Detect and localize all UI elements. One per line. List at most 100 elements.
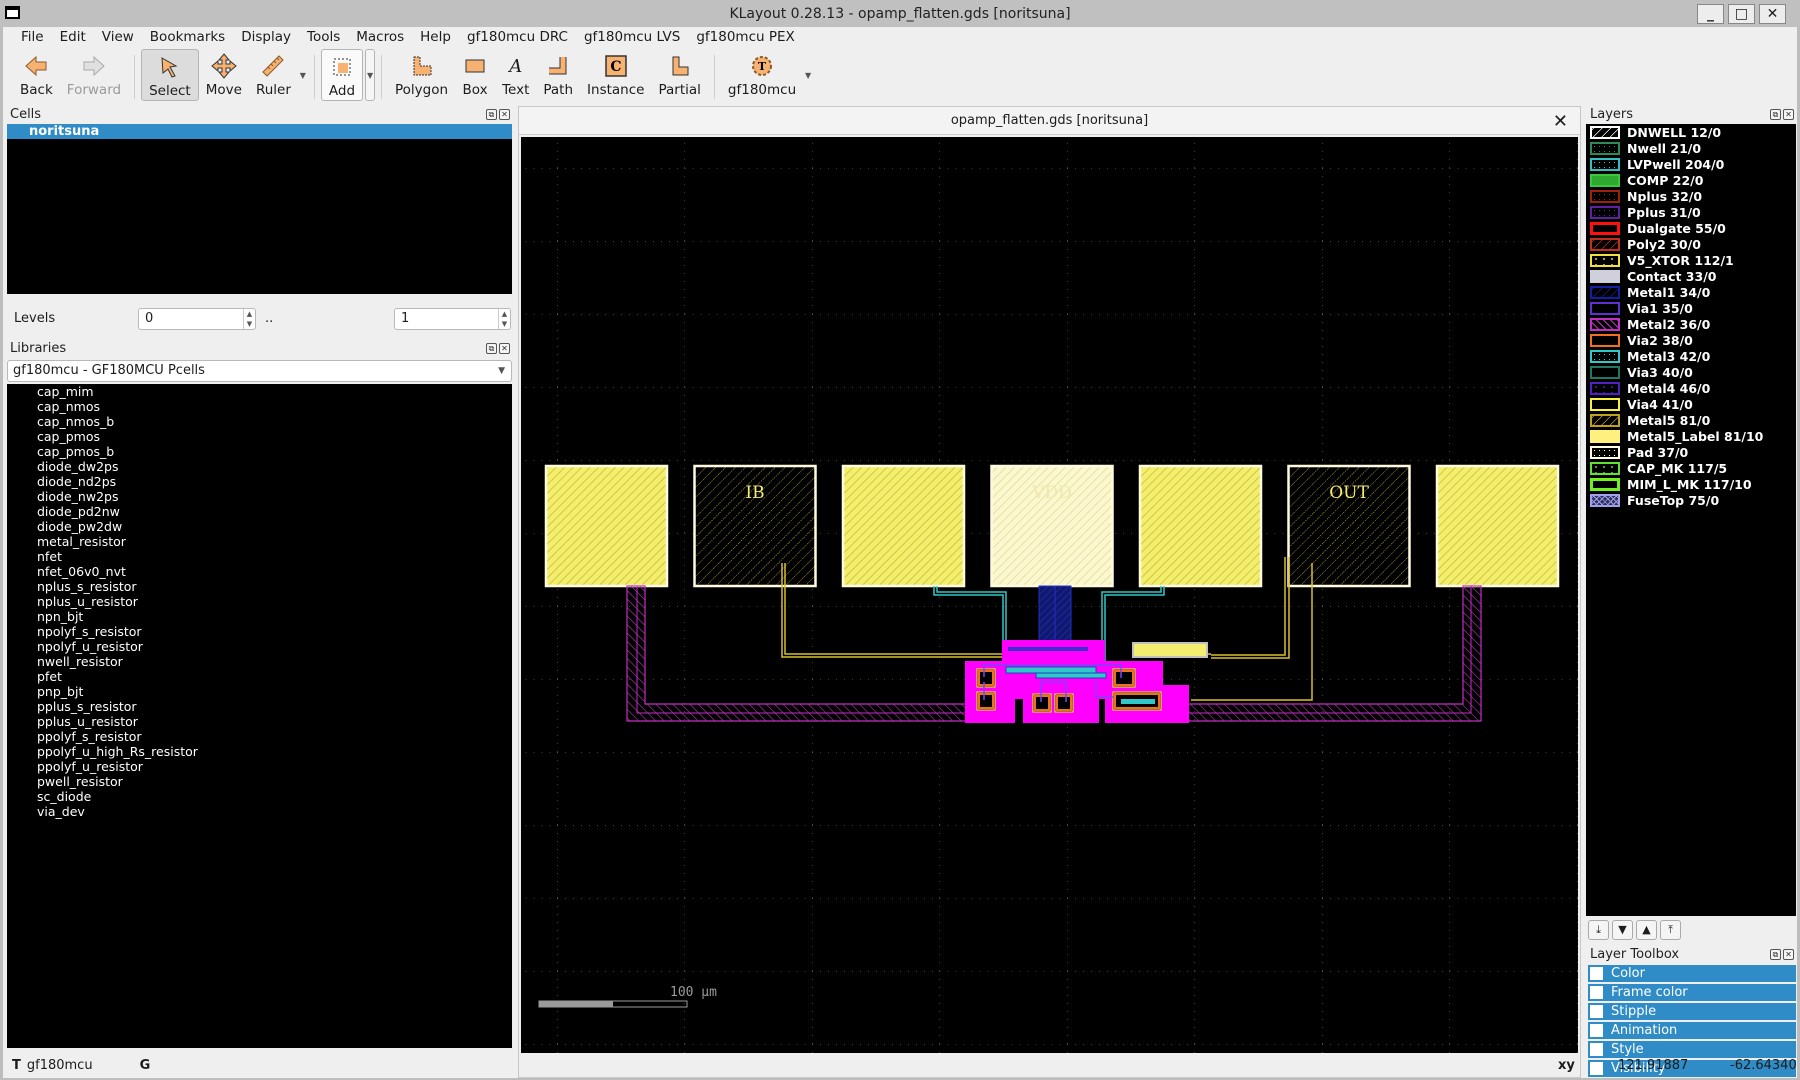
layer-row[interactable]: Via2 38/0 [1586,332,1796,348]
layer-row[interactable]: Metal4 46/0 [1586,380,1796,396]
float-panel-icon[interactable]: ⧉ [486,109,497,120]
toolbox-item[interactable]: Stipple [1588,1003,1796,1020]
library-item[interactable]: pwell_resistor [7,774,512,789]
box-button[interactable]: Box [455,49,495,101]
library-item[interactable]: pnp_bjt [7,684,512,699]
move-down-icon[interactable]: ▼ [1612,920,1633,940]
partial-button[interactable]: Partial [651,49,707,101]
library-item[interactable]: npolyf_u_resistor [7,639,512,654]
select-button[interactable]: Select [141,49,199,101]
library-item[interactable]: nfet_06v0_nvt [7,564,512,579]
add-button[interactable]: Add [320,49,364,101]
expand-checkbox[interactable] [1590,986,1603,999]
layer-row[interactable]: Metal1 34/0 [1586,284,1796,300]
tech-button[interactable]: T gf180mcu [721,49,803,101]
library-item[interactable]: nplus_s_resistor [7,579,512,594]
layer-row[interactable]: FuseTop 75/0 [1586,492,1796,508]
levels-from-input[interactable]: 0 ▲ ▼ [138,308,256,330]
layout-canvas[interactable]: IB VDD OUT 100 µm [521,137,1578,1053]
close-panel-icon[interactable]: ✕ [1783,109,1794,120]
close-window-button[interactable]: ✕ [1759,4,1786,24]
layer-row[interactable]: Via4 41/0 [1586,396,1796,412]
layer-row[interactable]: Metal3 42/0 [1586,348,1796,364]
forward-button[interactable]: Forward [60,49,128,101]
layer-row[interactable]: LVPwell 204/0 [1586,156,1796,172]
layer-row[interactable]: Contact 33/0 [1586,268,1796,284]
library-item[interactable]: nfet [7,549,512,564]
layer-row[interactable]: Poly2 30/0 [1586,236,1796,252]
layout-tab[interactable]: opamp_flatten.gds [noritsuna] ✕ [519,107,1580,135]
library-item[interactable]: diode_dw2ps [7,459,512,474]
expand-checkbox[interactable] [1590,1005,1603,1018]
library-item[interactable]: ppolyf_u_resistor [7,759,512,774]
library-item[interactable]: ppolyf_u_high_Rs_resistor [7,744,512,759]
expand-checkbox[interactable] [1590,967,1603,980]
ruler-dropdown[interactable]: ▼ [298,49,308,101]
layer-row[interactable]: MIM_L_MK 117/10 [1586,476,1796,492]
library-item[interactable]: nplus_u_resistor [7,594,512,609]
library-item[interactable]: sc_diode [7,789,512,804]
layer-row[interactable]: Dualgate 55/0 [1586,220,1796,236]
close-tab-icon[interactable]: ✕ [1553,111,1568,132]
spin-arrows-icon[interactable]: ▲ ▼ [243,309,255,329]
float-panel-icon[interactable]: ⧉ [1770,109,1781,120]
add-dropdown[interactable]: ▼ [365,49,376,101]
cells-tree[interactable]: noritsuna [7,124,512,294]
layer-row[interactable]: Metal5_Label 81/10 [1586,428,1796,444]
library-item[interactable]: metal_resistor [7,534,512,549]
layer-row[interactable]: Nplus 32/0 [1586,188,1796,204]
maximize-button[interactable]: □ [1728,4,1755,24]
library-item[interactable]: nwell_resistor [7,654,512,669]
close-panel-icon[interactable]: ✕ [1783,949,1794,960]
text-button[interactable]: A Text [495,49,536,101]
library-item[interactable]: cap_pmos_b [7,444,512,459]
instance-button[interactable]: C Instance [580,49,651,101]
layer-row[interactable]: Pad 37/0 [1586,444,1796,460]
layer-row[interactable]: Metal5 81/0 [1586,412,1796,428]
layer-row[interactable]: Nwell 21/0 [1586,140,1796,156]
library-item[interactable]: npolyf_s_resistor [7,624,512,639]
library-item[interactable]: diode_pd2nw [7,504,512,519]
move-to-bottom-icon[interactable]: ⤓ [1588,920,1609,940]
menu-macros[interactable]: Macros [348,29,412,45]
back-button[interactable]: Back [13,49,60,101]
menu-display[interactable]: Display [233,29,299,45]
path-button[interactable]: Path [536,49,580,101]
menu-gf180mcu-drc[interactable]: gf180mcu DRC [459,29,576,45]
library-item[interactable]: pplus_u_resistor [7,714,512,729]
library-item[interactable]: pfet [7,669,512,684]
library-item[interactable]: cap_nmos_b [7,414,512,429]
move-to-top-icon[interactable]: ⤒ [1660,920,1681,940]
library-item[interactable]: pplus_s_resistor [7,699,512,714]
library-select[interactable]: gf180mcu - GF180MCU Pcells ▼ [7,360,512,382]
library-item[interactable]: diode_pw2dw [7,519,512,534]
menu-help[interactable]: Help [412,29,459,45]
toolbox-item[interactable]: Animation [1588,1022,1796,1039]
layer-row[interactable]: V5_XTOR 112/1 [1586,252,1796,268]
layer-row[interactable]: Via1 35/0 [1586,300,1796,316]
library-item[interactable]: npn_bjt [7,609,512,624]
toolbox-item[interactable]: Color [1588,965,1796,982]
float-panel-icon[interactable]: ⧉ [486,343,497,354]
layer-row[interactable]: DNWELL 12/0 [1586,124,1796,140]
minimize-button[interactable]: _ [1697,4,1724,24]
tech-dropdown[interactable]: ▼ [803,49,813,101]
layer-row[interactable]: Metal2 36/0 [1586,316,1796,332]
menu-tools[interactable]: Tools [299,29,348,45]
menu-bookmarks[interactable]: Bookmarks [142,29,233,45]
polygon-button[interactable]: Polygon [388,49,455,101]
move-button[interactable]: Move [199,49,249,101]
library-item[interactable]: ppolyf_s_resistor [7,729,512,744]
cell-item-noritsuna[interactable]: noritsuna [7,124,512,139]
layer-row[interactable]: COMP 22/0 [1586,172,1796,188]
close-panel-icon[interactable]: ✕ [499,109,510,120]
move-up-icon[interactable]: ▲ [1636,920,1657,940]
menu-edit[interactable]: Edit [52,29,94,45]
levels-to-input[interactable]: 1 ▲ ▼ [394,308,511,330]
layer-row[interactable]: CAP_MK 117/5 [1586,460,1796,476]
menu-file[interactable]: File [13,29,52,45]
library-item[interactable]: cap_mim [7,384,512,399]
library-item[interactable]: via_dev [7,804,512,819]
float-panel-icon[interactable]: ⧉ [1770,949,1781,960]
toolbox-item[interactable]: Frame color [1588,984,1796,1001]
